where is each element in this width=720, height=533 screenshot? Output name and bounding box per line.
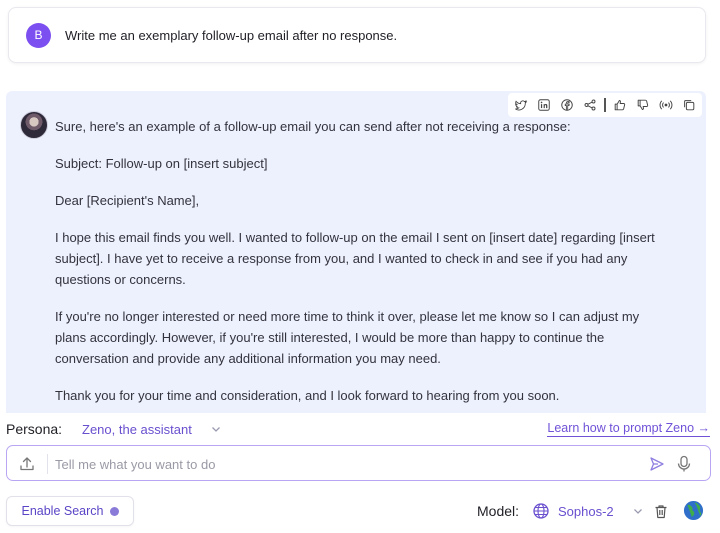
globe-icon [533,503,549,519]
enable-search-label: Enable Search [21,504,104,518]
model-label: Model: [477,503,520,519]
assistant-response: Sure, here's an example of a follow-up e… [6,91,706,413]
twitter-icon[interactable] [511,95,531,115]
chevron-down-icon[interactable] [210,423,222,435]
assistant-avatar [20,111,48,139]
persona-label: Persona: [6,421,63,437]
response-paragraph: If you're no longer interested or need m… [55,309,640,366]
trash-icon[interactable] [654,504,668,519]
response-body: Sure, here's an example of a follow-up e… [55,116,655,413]
response-paragraph: I hope this email finds you well. I want… [55,230,655,287]
response-paragraph: Dear [Recipient's Name], [55,193,200,208]
microphone-icon[interactable] [676,455,692,473]
message-input-box [6,445,711,481]
info-icon [109,506,119,516]
share-icon[interactable] [580,95,600,115]
chevron-down-icon[interactable] [632,505,644,517]
user-message-card: B Write me an exemplary follow-up email … [8,7,706,63]
user-avatar: B [26,23,51,48]
send-icon[interactable] [648,455,666,473]
user-message-text: Write me an exemplary follow-up email af… [65,28,398,43]
linkedin-icon[interactable] [534,95,554,115]
earth-icon[interactable] [683,500,704,521]
copy-icon[interactable] [679,95,699,115]
toolbar-divider [604,98,606,112]
message-input[interactable] [55,452,615,476]
upload-icon[interactable] [18,455,36,473]
response-paragraph: Subject: Follow-up on [insert subject] [55,156,268,171]
thumbs-down-icon[interactable] [633,95,653,115]
facebook-icon[interactable] [557,95,577,115]
response-paragraph: Thank you for your time and consideratio… [55,388,560,403]
input-divider [47,454,48,474]
enable-search-button[interactable]: Enable Search [6,496,134,526]
learn-prompt-link[interactable]: Learn how to prompt Zeno → [547,421,710,437]
speaker-icon[interactable] [656,95,676,115]
thumbs-up-icon[interactable] [610,95,630,115]
persona-select[interactable]: Zeno, the assistant [82,422,192,437]
model-select[interactable]: Sophos-2 [558,504,614,519]
response-paragraph: Sure, here's an example of a follow-up e… [55,119,571,134]
response-toolbar [508,93,702,117]
persona-row: Persona: Zeno, the assistant Learn how t… [6,418,712,440]
